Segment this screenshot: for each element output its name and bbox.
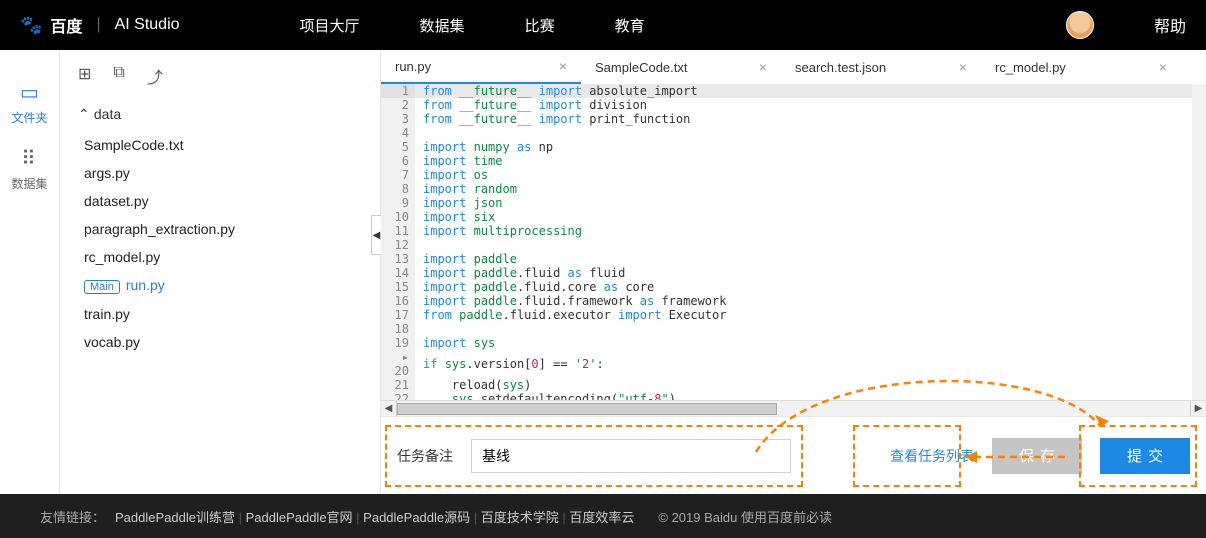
logo[interactable]: 🐾 百度 | AI Studio <box>20 13 180 37</box>
rail-files[interactable]: ▭ 文件夹 <box>0 80 59 126</box>
baidu-paw-icon: 🐾 <box>20 15 42 36</box>
file-item[interactable]: train.py <box>80 300 362 328</box>
scroll-left-icon[interactable]: ◀ <box>381 401 397 417</box>
close-icon[interactable]: × <box>1159 59 1167 75</box>
close-icon[interactable]: × <box>559 58 567 74</box>
top-nav: 项目大厅 数据集 比赛 教育 <box>300 15 645 36</box>
footer-link[interactable]: PaddlePaddle训练营 <box>115 510 235 525</box>
footer-copyright: © 2019 Baidu 使用百度前必读 <box>658 507 832 526</box>
avatar[interactable] <box>1066 11 1094 39</box>
task-remark-input[interactable] <box>471 439 791 473</box>
footer: 友情链接： PaddlePaddle训练营 | PaddlePaddle官网 |… <box>0 494 1206 538</box>
upload-icon[interactable]: ⤴ <box>147 64 163 88</box>
file-item[interactable]: SampleCode.txt <box>80 131 362 159</box>
file-item[interactable]: rc_model.py <box>80 243 362 271</box>
editor-tabs: run.py×SampleCode.txt×search.test.json×r… <box>381 50 1206 84</box>
editor-area: ◀ run.py×SampleCode.txt×search.test.json… <box>380 50 1206 494</box>
submit-button[interactable]: 提交 <box>1100 438 1190 474</box>
scroll-right-icon[interactable]: ▶ <box>1190 401 1206 417</box>
new-folder-icon[interactable]: ⧉ <box>113 64 124 88</box>
folder-icon: ▭ <box>0 80 59 105</box>
logo-sub: AI Studio <box>115 16 180 34</box>
new-file-icon[interactable]: ⊞ <box>78 64 91 88</box>
left-rail: ▭ 文件夹 ⠿ 数据集 <box>0 50 60 494</box>
main-area: ▭ 文件夹 ⠿ 数据集 ⊞ ⧉ ⤴ ⌃ data SampleCode.txta… <box>0 50 1206 494</box>
tab-label: SampleCode.txt <box>595 60 688 75</box>
horizontal-scrollbar[interactable]: ◀ ▶ <box>381 400 1206 416</box>
footer-link[interactable]: 百度技术学院 <box>481 510 559 525</box>
editor-tab[interactable]: rc_model.py × <box>981 50 1181 84</box>
logo-text: 百度 <box>50 13 82 37</box>
nav-datasets[interactable]: 数据集 <box>420 15 465 36</box>
tree-folder-data[interactable]: ⌃ data <box>78 106 362 123</box>
close-icon[interactable]: × <box>759 59 767 75</box>
editor-tab[interactable]: SampleCode.txt × <box>581 50 781 84</box>
nav-projects[interactable]: 项目大厅 <box>300 15 360 36</box>
file-item[interactable]: paragraph_extraction.py <box>80 215 362 243</box>
nav-contest[interactable]: 比赛 <box>525 15 555 36</box>
code-editor[interactable]: 1from __future__ import absolute_import2… <box>381 84 1206 400</box>
action-bar: 任务备注 查看任务列表 保存 提交 <box>381 416 1206 494</box>
footer-link[interactable]: PaddlePaddle源码 <box>363 510 470 525</box>
file-item[interactable]: vocab.py <box>80 328 362 356</box>
tab-label: rc_model.py <box>995 60 1066 75</box>
task-remark-label: 任务备注 <box>397 446 453 466</box>
nav-help[interactable]: 帮助 <box>1154 13 1186 37</box>
vertical-scrollbar[interactable] <box>1192 84 1206 400</box>
collapse-handle[interactable]: ◀ <box>371 215 381 255</box>
main-badge: Main <box>84 280 120 294</box>
top-header: 🐾 百度 | AI Studio 项目大厅 数据集 比赛 教育 帮助 <box>0 0 1206 50</box>
file-tree: SampleCode.txtargs.pydataset.pyparagraph… <box>78 131 362 356</box>
file-item[interactable]: dataset.py <box>80 187 362 215</box>
view-task-list-link[interactable]: 查看任务列表 <box>890 446 974 466</box>
save-button[interactable]: 保存 <box>992 438 1082 474</box>
rail-datasets[interactable]: ⠿ 数据集 <box>0 146 59 192</box>
file-sidebar: ⊞ ⧉ ⤴ ⌃ data SampleCode.txtargs.pydatase… <box>60 50 380 494</box>
chevron-down-icon: ⌃ <box>78 106 90 123</box>
file-item[interactable]: Mainrun.py <box>80 271 362 300</box>
editor-tab[interactable]: run.py × <box>381 50 581 84</box>
footer-label: 友情链接： <box>40 507 105 526</box>
scroll-thumb[interactable] <box>397 403 777 415</box>
editor-tab[interactable]: search.test.json × <box>781 50 981 84</box>
logo-divider: | <box>96 16 100 34</box>
file-item[interactable]: args.py <box>80 159 362 187</box>
footer-link[interactable]: PaddlePaddle官网 <box>246 510 353 525</box>
nav-education[interactable]: 教育 <box>615 15 645 36</box>
tab-label: search.test.json <box>795 60 886 75</box>
dataset-icon: ⠿ <box>0 146 59 171</box>
tab-label: run.py <box>395 59 431 74</box>
sidebar-actions: ⊞ ⧉ ⤴ <box>78 64 362 88</box>
footer-link[interactable]: 百度效率云 <box>569 510 634 525</box>
close-icon[interactable]: × <box>959 59 967 75</box>
